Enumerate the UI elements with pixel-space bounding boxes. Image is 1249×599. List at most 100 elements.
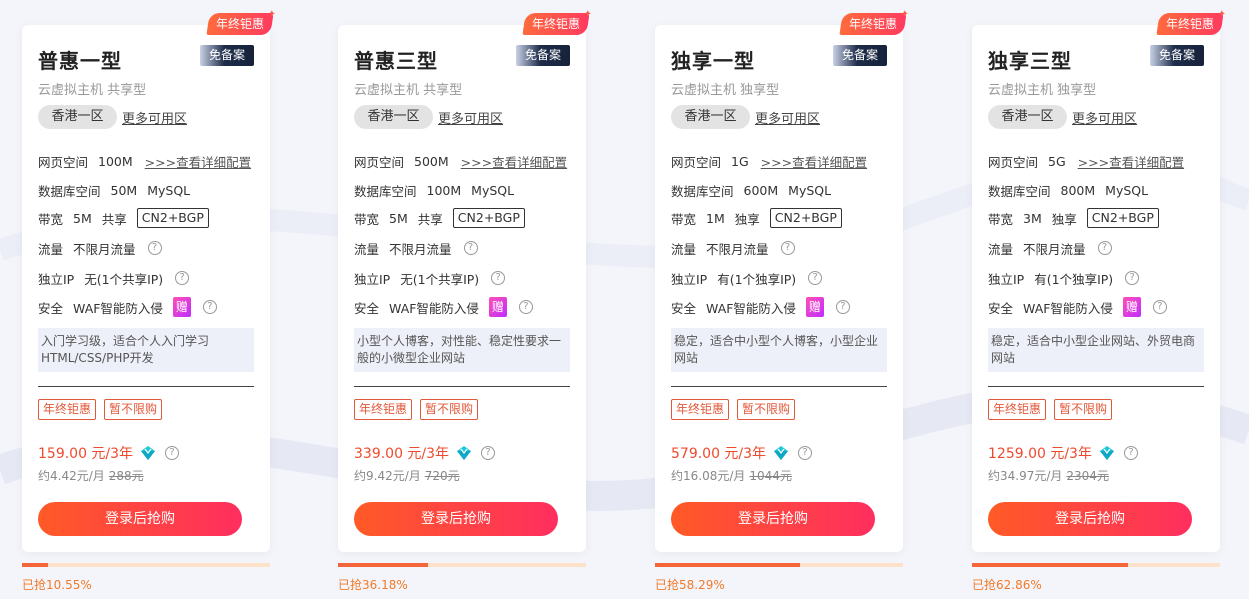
monthly-price: 约16.08元/月 1044元 [671,467,792,484]
login-to-buy-button[interactable]: 登录后抢购 [38,502,242,536]
question-circle-icon[interactable]: ? [175,271,190,285]
gift-badge-icon: 赠 [488,297,507,317]
spec-value: 500M [414,153,449,169]
original-price: 2304元 [1066,469,1109,483]
spec-bw-type: 共享 [101,211,127,227]
login-to-buy-button[interactable]: 登录后抢购 [671,502,875,536]
promo-tag-no-limit: 暂不限购 [420,399,479,420]
spec-bw-type: 独享 [734,211,760,227]
question-circle-icon[interactable]: ? [808,271,823,285]
question-circle-icon[interactable]: ? [1152,300,1167,314]
question-circle-icon[interactable]: ? [165,446,180,460]
plan-description: 小型个人博客，对性能、稳定性要求一般的小微型企业网站 [354,328,570,372]
spec-label: 安全 [38,300,64,316]
view-details-link[interactable]: >>>查看详细配置 [761,152,867,171]
no-filing-badge: 免备案 [1150,45,1204,66]
promo-tag-no-limit: 暂不限购 [737,399,796,420]
spec-value: 无(1个共享IP) [84,271,164,287]
spec-traffic: 流量 不限月流量 ? [988,237,1112,259]
question-circle-icon[interactable]: ? [491,271,506,285]
plan-card-wrapper: 年终钜惠 ✦ 独享一型 免备案 云虚拟主机 独享型 香港一区 更多可用区 网页空… [655,9,909,599]
spec-ip: 独立IP 无(1个共享IP) ? [38,267,190,289]
no-filing-badge: 免备案 [516,45,570,66]
region-select-pill[interactable]: 香港一区 [38,105,117,129]
promo-ribbon: 年终钜惠 [1156,13,1224,35]
plan-card-wrapper: 年终钜惠 ✦ 普惠三型 免备案 云虚拟主机 共享型 香港一区 更多可用区 网页空… [338,9,592,599]
vip-diamond-icon [1099,446,1114,460]
sold-progress-bar [338,563,586,567]
spec-value: 3M [1023,210,1042,226]
promo-ribbon: 年终钜惠 [206,13,274,35]
price-value: 339.00 元/3年 [354,446,450,462]
spec-security: 安全 WAF智能防入侵 赠 ? [988,296,1167,318]
sparkle-icon: ✦ [900,9,909,20]
spec-label: 数据库空间 [671,183,734,199]
region-select-pill[interactable]: 香港一区 [671,105,750,129]
question-circle-icon[interactable]: ? [518,300,533,314]
promo-ribbon-label: 年终钜惠 [215,17,264,31]
spec-web-space: 网页空间 1G >>>查看详细配置 [671,150,867,172]
question-circle-icon[interactable]: ? [481,446,496,460]
sold-progress-bar [972,563,1220,567]
sold-percentage: 已抢58.29% [655,578,725,592]
monthly-value: 约9.42元/月 [354,469,421,483]
view-details-link[interactable]: >>>查看详细配置 [145,152,251,171]
spec-bandwidth: 带宽 1M 独享 CN2+BGP [671,207,842,229]
spec-label: 带宽 [38,211,64,227]
network-line-tag: CN2+BGP [452,208,525,228]
spec-value: 100M [426,182,462,198]
spec-value: 不限月流量 [706,241,769,257]
spec-label: 安全 [671,300,697,316]
spec-label: 网页空间 [671,154,722,170]
promo-tag-year-end: 年终钜惠 [354,399,413,420]
login-to-buy-button[interactable]: 登录后抢购 [988,502,1192,536]
spec-value: 不限月流量 [389,241,452,257]
vip-diamond-icon [774,446,789,460]
login-to-buy-button[interactable]: 登录后抢购 [354,502,558,536]
spec-bandwidth: 带宽 5M 共享 CN2+BGP [38,207,209,229]
promo-tag-no-limit: 暂不限购 [104,399,163,420]
spec-label: 网页空间 [354,154,405,170]
spec-value: 5G [1048,153,1066,169]
view-details-link[interactable]: >>>查看详细配置 [1078,152,1184,171]
question-circle-icon[interactable]: ? [798,446,813,460]
plan-title: 普惠一型 [38,49,122,73]
question-circle-icon[interactable]: ? [1097,241,1112,255]
gift-badge-icon: 赠 [172,297,191,317]
question-circle-icon[interactable]: ? [1123,446,1138,460]
original-price: 720元 [424,469,460,483]
region-select-pill[interactable]: 香港一区 [988,105,1067,129]
monthly-value: 约16.08元/月 [671,469,746,483]
spec-ip: 独立IP 有(1个独享IP) ? [671,267,823,289]
question-circle-icon[interactable]: ? [463,241,478,255]
monthly-value: 约34.97元/月 [988,469,1063,483]
promo-ribbon-label: 年终钜惠 [848,17,897,31]
question-circle-icon[interactable]: ? [147,241,162,255]
network-line-tag: CN2+BGP [136,208,209,228]
more-regions-link[interactable]: 更多可用区 [1072,108,1137,127]
question-circle-icon[interactable]: ? [780,241,795,255]
price-value: 159.00 元/3年 [38,446,134,462]
spec-label: 独立IP [38,271,75,287]
more-regions-link[interactable]: 更多可用区 [122,108,187,127]
network-line-tag: CN2+BGP [769,208,842,228]
question-circle-icon[interactable]: ? [202,300,217,314]
spec-web-space: 网页空间 500M >>>查看详细配置 [354,150,567,172]
plan-subtitle: 云虚拟主机 共享型 [354,83,463,98]
region-select-pill[interactable]: 香港一区 [354,105,433,129]
spec-security: 安全 WAF智能防入侵 赠 ? [38,296,217,318]
promo-ribbon: 年终钜惠 [839,13,907,35]
question-circle-icon[interactable]: ? [835,300,850,314]
more-regions-link[interactable]: 更多可用区 [755,108,820,127]
sparkle-icon: ✦ [267,9,276,20]
spec-label: 流量 [988,241,1014,257]
more-regions-link[interactable]: 更多可用区 [438,108,503,127]
plan-title: 普惠三型 [354,49,438,73]
spec-db-type: MySQL [471,182,515,198]
spec-label: 数据库空间 [38,183,101,199]
spec-value: 5M [73,210,92,226]
view-details-link[interactable]: >>>查看详细配置 [461,152,567,171]
spec-bw-type: 独享 [1051,211,1077,227]
spec-label: 流量 [671,241,697,257]
question-circle-icon[interactable]: ? [1125,271,1140,285]
